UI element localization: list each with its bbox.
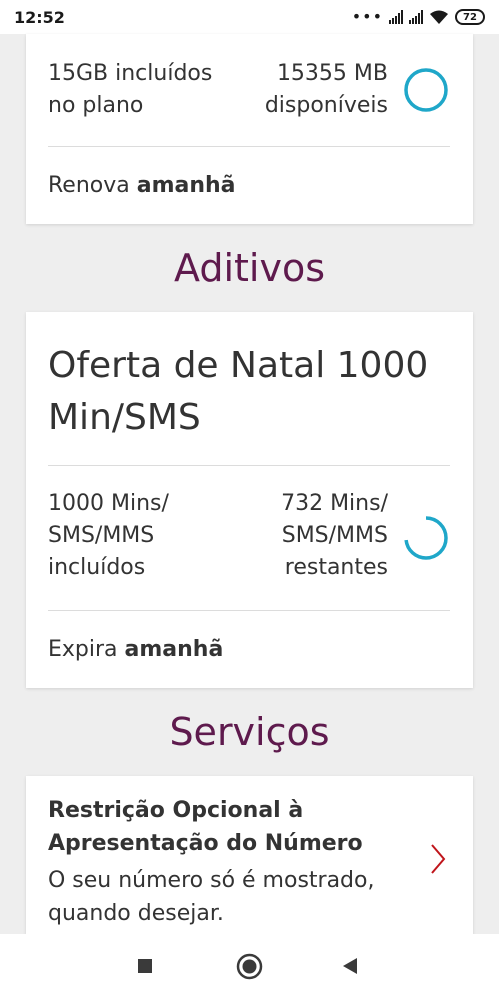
data-usage-ring-arc <box>404 68 448 112</box>
plan-card: 15GB incluídos no plano 15355 MB disponí… <box>26 34 473 224</box>
plan-available-text: 15355 MB disponíveis <box>264 61 388 118</box>
addon-remaining-text: 732 Mins/ SMS/MMS restantes <box>281 491 388 580</box>
renew-when: amanhã <box>136 173 236 198</box>
signal-icon <box>409 10 423 24</box>
offer-title: Oferta de Natal 1000 Min/SMS <box>48 345 429 438</box>
status-time: 12:52 <box>14 7 65 27</box>
divider <box>48 146 450 147</box>
addons-section-title: Aditivos <box>174 246 325 290</box>
battery-icon: 72 <box>455 9 485 25</box>
status-bar: 12:52 ••• 72 <box>0 0 499 34</box>
wifi-icon <box>430 10 448 24</box>
expire-text: Expira amanhã <box>48 634 223 666</box>
battery-level: 72 <box>463 11 477 23</box>
addon-included-text: 1000 Mins/ SMS/MMS incluídos <box>48 491 169 580</box>
renew-text: Renova amanhã <box>48 170 236 202</box>
divider <box>48 465 450 466</box>
expire-when: amanhã <box>124 637 224 662</box>
navigation-bar <box>0 934 499 999</box>
service-card[interactable]: Restrição Opcional à Apresentação do Núm… <box>26 776 473 936</box>
plan-included-text: 15GB incluídos no plano <box>48 61 213 118</box>
renew-prefix: Renova <box>48 173 137 198</box>
recents-button[interactable] <box>137 958 153 974</box>
data-usage-ring <box>404 68 448 112</box>
home-button[interactable] <box>236 953 263 980</box>
divider <box>48 610 450 611</box>
minutes-usage-ring <box>404 516 448 560</box>
status-icons: ••• 72 <box>352 9 485 25</box>
more-dots-icon: ••• <box>351 7 383 26</box>
addon-card: Oferta de Natal 1000 Min/SMS 1000 Mins/ … <box>26 312 473 688</box>
services-section-title: Serviços <box>169 710 330 754</box>
chevron-right-icon[interactable] <box>428 842 448 876</box>
back-button[interactable] <box>342 957 358 975</box>
service-title: Restrição Opcional à Apresentação do Núm… <box>48 798 363 856</box>
expire-prefix: Expira <box>48 637 125 662</box>
minutes-usage-ring-arc <box>404 516 448 560</box>
service-description: O seu número só é mostrado, quando desej… <box>48 868 375 926</box>
signal-icon <box>389 10 403 24</box>
